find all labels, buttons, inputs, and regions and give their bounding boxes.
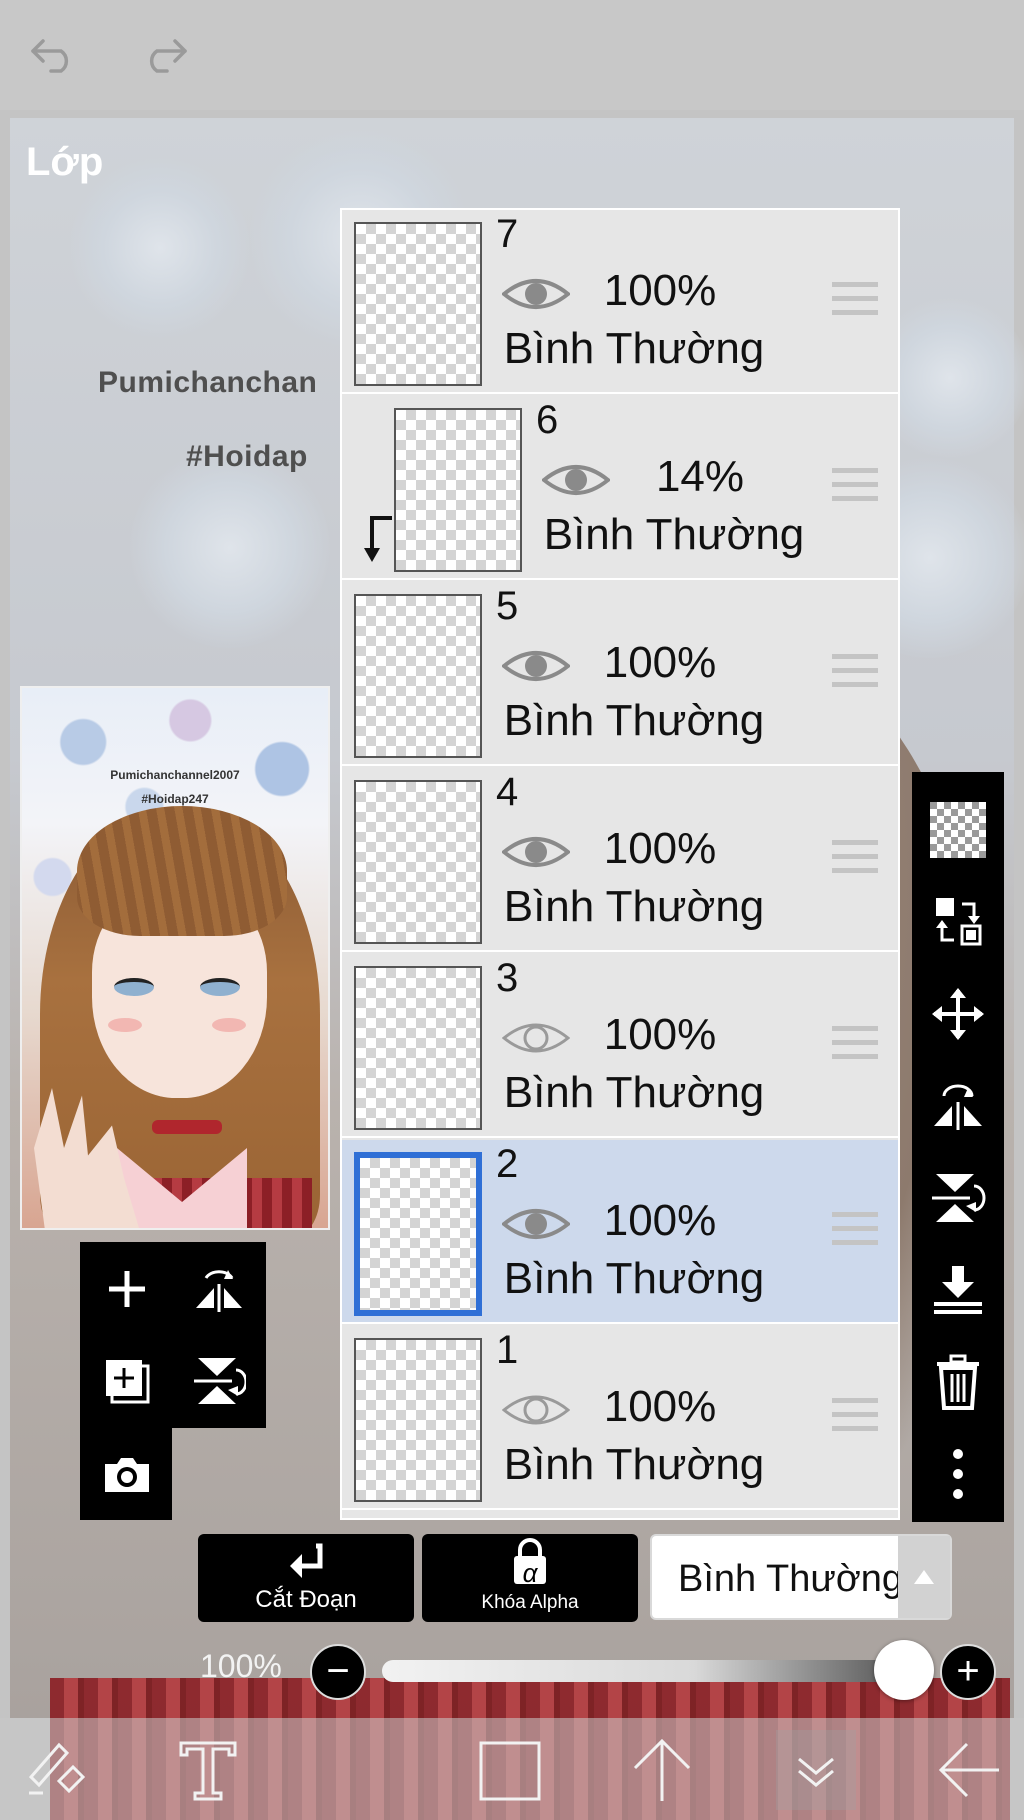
clip-indicator-icon xyxy=(364,516,392,562)
top-bar xyxy=(0,0,1024,110)
opacity-slider-track[interactable] xyxy=(382,1660,902,1682)
drag-handle-icon[interactable] xyxy=(832,840,878,876)
drag-handle-icon[interactable] xyxy=(832,654,878,690)
layer-number: 4 xyxy=(496,770,519,814)
bottom-toolbar xyxy=(0,1718,1024,1820)
drag-handle-icon[interactable] xyxy=(832,282,878,318)
alpha-symbol: α xyxy=(522,1558,538,1588)
drag-handle-icon[interactable] xyxy=(832,1026,878,1062)
layer-blend-mode: Bình Thường xyxy=(503,324,765,373)
add-from-canvas-icon[interactable] xyxy=(82,1336,172,1426)
layer-blend-mode: Bình Thường xyxy=(503,882,765,931)
flower-decoration xyxy=(70,158,250,338)
layer-thumbnail[interactable] xyxy=(354,966,482,1130)
layer-blend-mode: Bình Thường xyxy=(503,696,765,745)
blend-mode-value: Bình Thường xyxy=(678,1558,904,1600)
layer-opacity: 14% xyxy=(655,452,745,501)
layer-row[interactable]: 4 100% Bình Thường xyxy=(342,768,898,952)
layer-number: 5 xyxy=(496,584,519,628)
thumbnail-choker xyxy=(152,1120,222,1134)
swap-layer-icon[interactable] xyxy=(912,876,1004,968)
move-icon[interactable] xyxy=(912,968,1004,1060)
watermark-line1: Pumichanchan xyxy=(98,366,318,399)
thumbnail-bangs xyxy=(77,806,287,936)
text-icon[interactable] xyxy=(168,1730,248,1810)
layer-thumbnail[interactable] xyxy=(354,594,482,758)
layer-row[interactable]: 3 100% Bình Thường xyxy=(342,954,898,1138)
alpha-lock-label: Khóa Alpha xyxy=(481,1592,579,1613)
flip-horizontal-icon[interactable] xyxy=(174,1244,264,1334)
opacity-label: 100% xyxy=(200,1648,282,1684)
chevron-down-icon[interactable] xyxy=(776,1730,856,1810)
more-icon[interactable] xyxy=(912,1428,1004,1520)
layer-blend-mode: Bình Thường xyxy=(503,1068,765,1117)
opacity-slider-thumb[interactable] xyxy=(874,1640,934,1700)
thumbnail-blush xyxy=(212,1018,246,1032)
layer-opacity: 100% xyxy=(603,1010,717,1059)
flip-vertical-right-icon[interactable] xyxy=(912,1152,1004,1244)
layer-thumbnail[interactable] xyxy=(354,1152,482,1316)
thumbnail-text-line2: #Hoidap247 xyxy=(141,792,209,806)
layer-opacity: 100% xyxy=(603,266,717,315)
canvas-frame-icon[interactable] xyxy=(470,1730,550,1810)
panel-title: Lớp xyxy=(26,140,104,184)
blend-mode-select[interactable]: Bình Thường xyxy=(650,1534,952,1620)
app-root: Pumichanchan #Hoidap Lớp Pumichanchannel… xyxy=(0,0,1024,1820)
layer-blend-mode: Bình Thường xyxy=(503,1254,765,1303)
layer-row[interactable]: 5 100% Bình Thường xyxy=(342,582,898,766)
drag-handle-icon[interactable] xyxy=(832,1212,878,1248)
thumbnail-eye xyxy=(114,978,154,996)
layer-thumbnail[interactable] xyxy=(394,408,522,572)
back-arrow-icon[interactable] xyxy=(928,1730,1008,1810)
clip-arrow-icon xyxy=(290,1543,323,1578)
layer-number: 1 xyxy=(496,1328,519,1372)
layer-number: 7 xyxy=(496,212,519,256)
flip-vertical-icon[interactable] xyxy=(174,1336,264,1426)
transparency-icon[interactable] xyxy=(912,784,1004,876)
clipping-label: Cắt Đoạn xyxy=(255,1586,357,1613)
drag-handle-icon[interactable] xyxy=(832,468,878,504)
trash-icon[interactable] xyxy=(912,1336,1004,1428)
blend-mode-arrow-icon[interactable] xyxy=(898,1536,950,1618)
redo-icon[interactable] xyxy=(136,28,192,78)
flower-decoration xyxy=(130,448,330,648)
opacity-decrease-button[interactable]: − xyxy=(310,1644,366,1700)
right-toolbar xyxy=(912,772,1004,1522)
layer-blend-mode: Bình Thường xyxy=(503,1440,765,1489)
layer-opacity: 100% xyxy=(603,1196,717,1245)
layer-row[interactable]: 2 100% Bình Thường xyxy=(342,1140,898,1324)
layer-thumbnail[interactable] xyxy=(354,780,482,944)
layer-opacity: 100% xyxy=(603,1382,717,1431)
layer-row[interactable]: 6 14% Bình Thường xyxy=(342,396,898,580)
layer-list[interactable]: 7 100% Bình Thường 6 14% Bình Thường 5 100% Bình… xyxy=(340,208,900,1520)
layer-row[interactable]: 7 100% Bình Thường xyxy=(342,210,898,394)
add-layer-icon[interactable] xyxy=(82,1244,172,1334)
watermark-line2: #Hoidap xyxy=(186,440,308,473)
brush-eraser-icon[interactable] xyxy=(16,1730,96,1810)
thumbnail-blush xyxy=(108,1018,142,1032)
opacity-increase-button[interactable]: + xyxy=(940,1644,996,1700)
layer-number: 2 xyxy=(496,1142,519,1186)
drag-handle-icon[interactable] xyxy=(832,1398,878,1434)
thumbnail-text-line1: Pumichanchannel2007 xyxy=(110,768,240,782)
layer-blend-mode: Bình Thường xyxy=(543,510,805,559)
camera-icon[interactable] xyxy=(82,1430,172,1520)
canvas-preview-thumbnail[interactable]: Pumichanchannel2007 #Hoidap247 xyxy=(20,686,330,1230)
thumbnail-eye xyxy=(200,978,240,996)
layer-number: 6 xyxy=(536,398,559,442)
clipping-button[interactable]: Cắt Đoạn xyxy=(198,1534,414,1622)
layer-opacity: 100% xyxy=(603,824,717,873)
flip-horizontal-right-icon[interactable] xyxy=(912,1060,1004,1152)
up-arrow-icon[interactable] xyxy=(622,1730,702,1810)
merge-down-icon[interactable] xyxy=(912,1244,1004,1336)
layer-thumbnail[interactable] xyxy=(354,1338,482,1502)
layer-opacity: 100% xyxy=(603,638,717,687)
undo-icon[interactable] xyxy=(26,28,82,78)
alpha-lock-button[interactable]: α Khóa Alpha xyxy=(422,1534,638,1622)
layer-thumbnail[interactable] xyxy=(354,222,482,386)
layer-row[interactable]: 1 100% Bình Thường xyxy=(342,1326,898,1510)
layer-number: 3 xyxy=(496,956,519,1000)
